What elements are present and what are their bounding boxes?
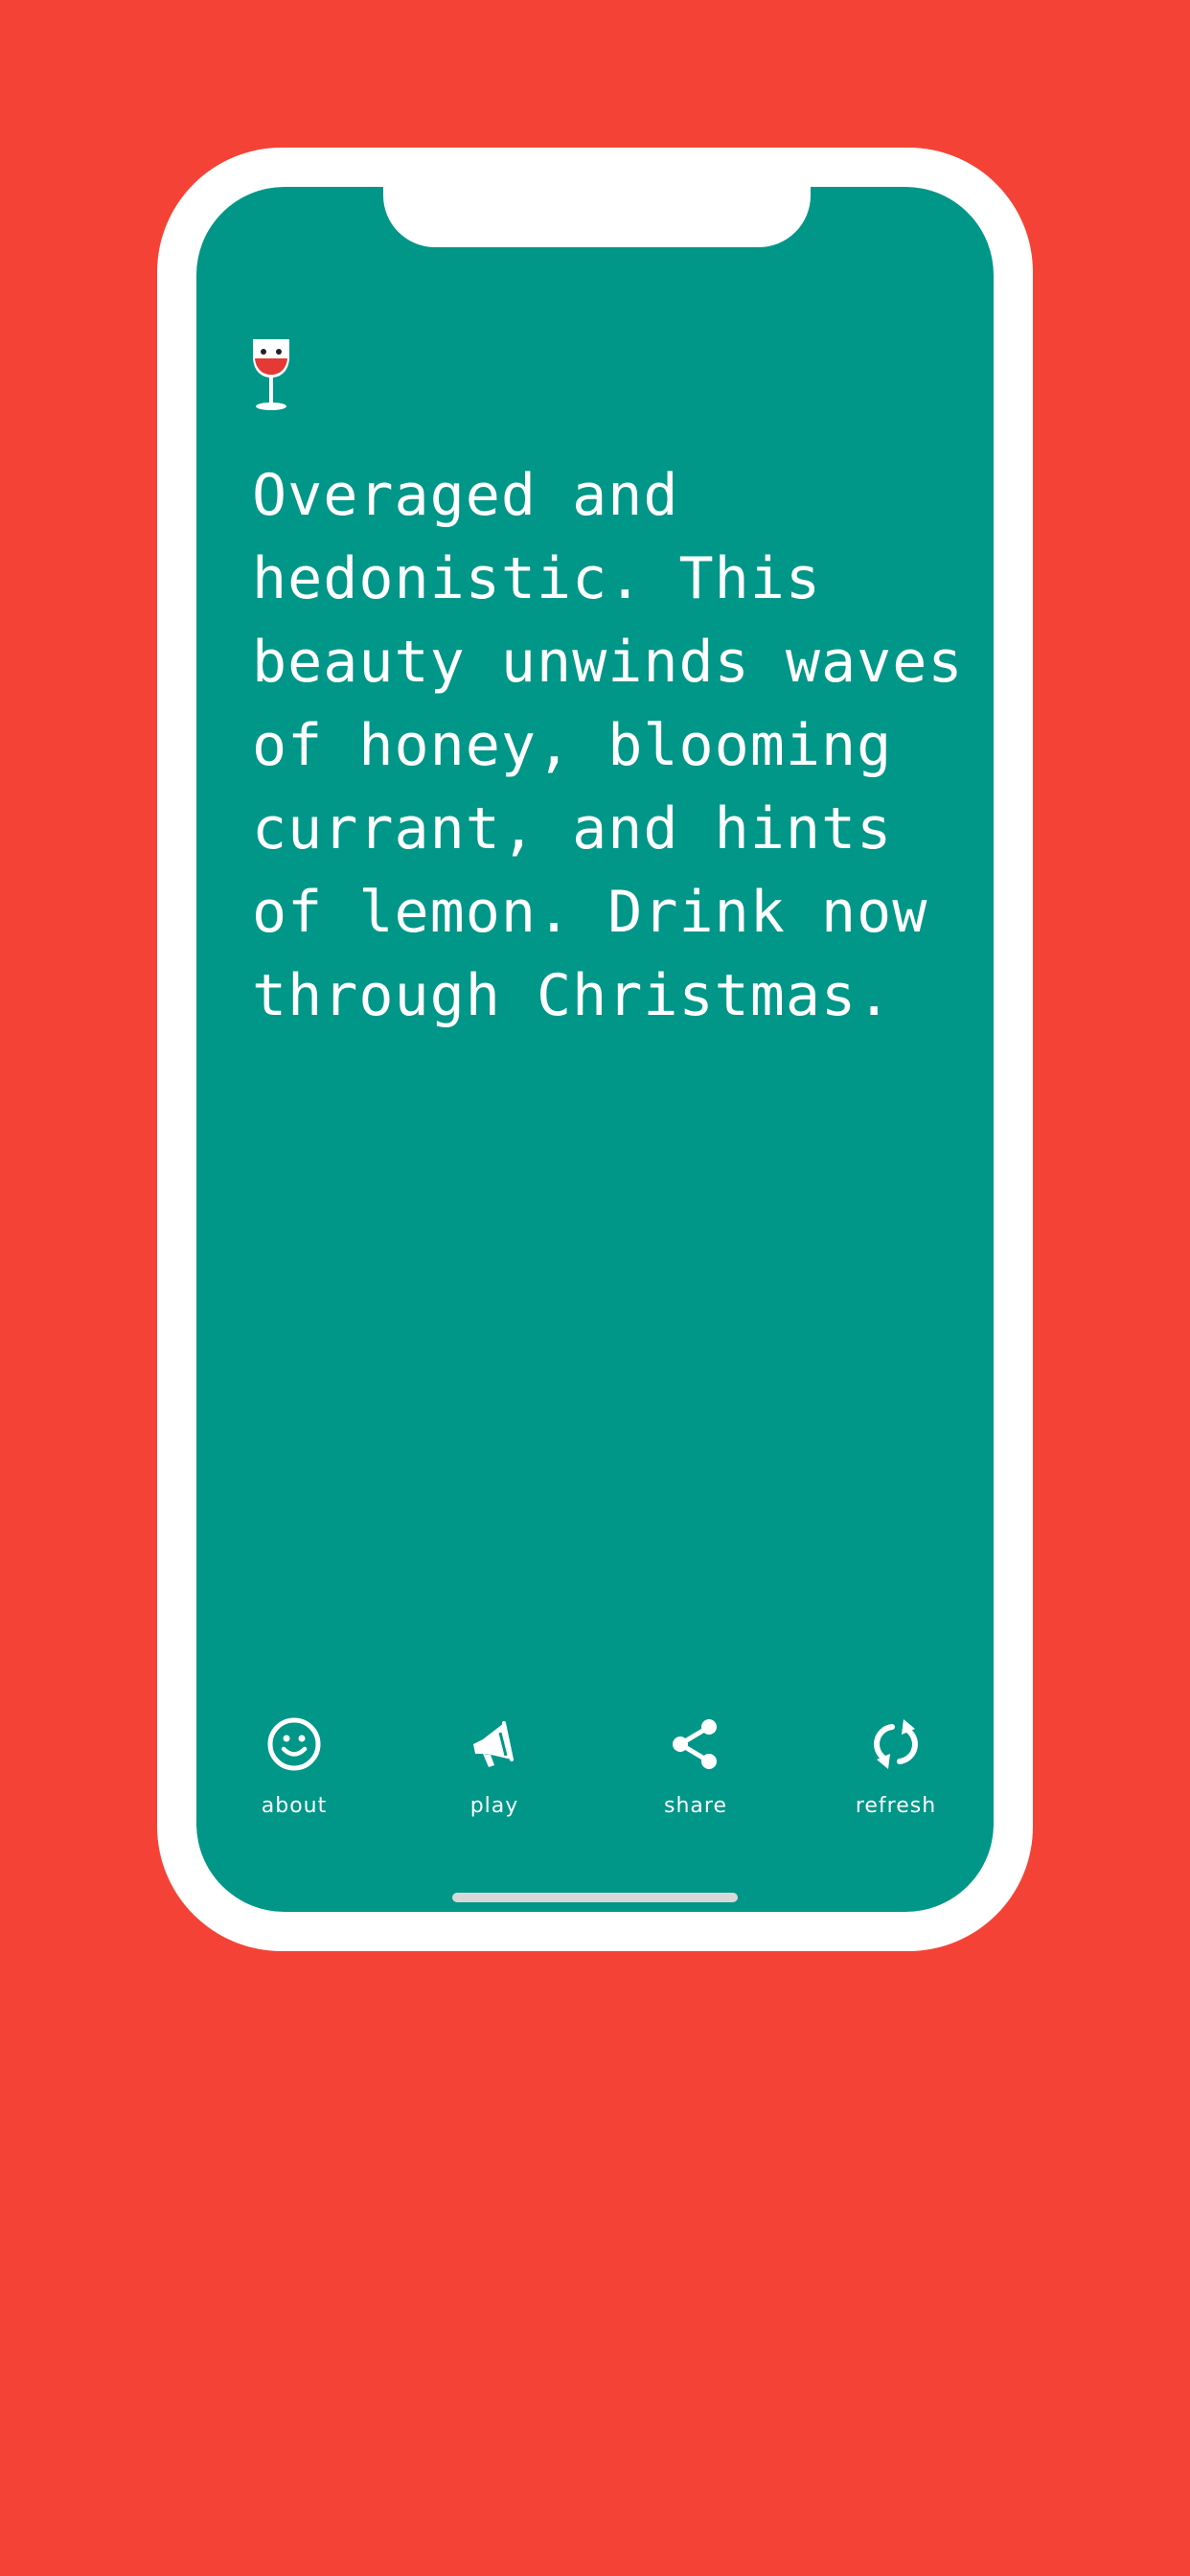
- play-label: play: [469, 1794, 519, 1818]
- share-button[interactable]: share: [619, 1715, 772, 1818]
- wine-review-text: Overaged and hedonistic. This beauty unw…: [252, 462, 964, 1029]
- refresh-icon: [874, 1719, 918, 1769]
- wine-glass-icon: [253, 339, 289, 410]
- smiley-face-icon: [267, 1717, 321, 1771]
- refresh-label: refresh: [855, 1794, 937, 1818]
- megaphone-icon: [473, 1721, 514, 1767]
- phone-notch: [383, 177, 811, 247]
- play-button[interactable]: play: [418, 1715, 571, 1818]
- home-indicator[interactable]: [452, 1893, 738, 1902]
- about-label: about: [261, 1794, 328, 1818]
- refresh-button[interactable]: refresh: [819, 1715, 973, 1818]
- share-icon: [673, 1719, 717, 1769]
- bottom-toolbar: about play share refresh: [196, 1715, 994, 1830]
- about-button[interactable]: about: [217, 1715, 371, 1818]
- app-screen: [196, 187, 994, 1912]
- share-label: share: [664, 1794, 727, 1818]
